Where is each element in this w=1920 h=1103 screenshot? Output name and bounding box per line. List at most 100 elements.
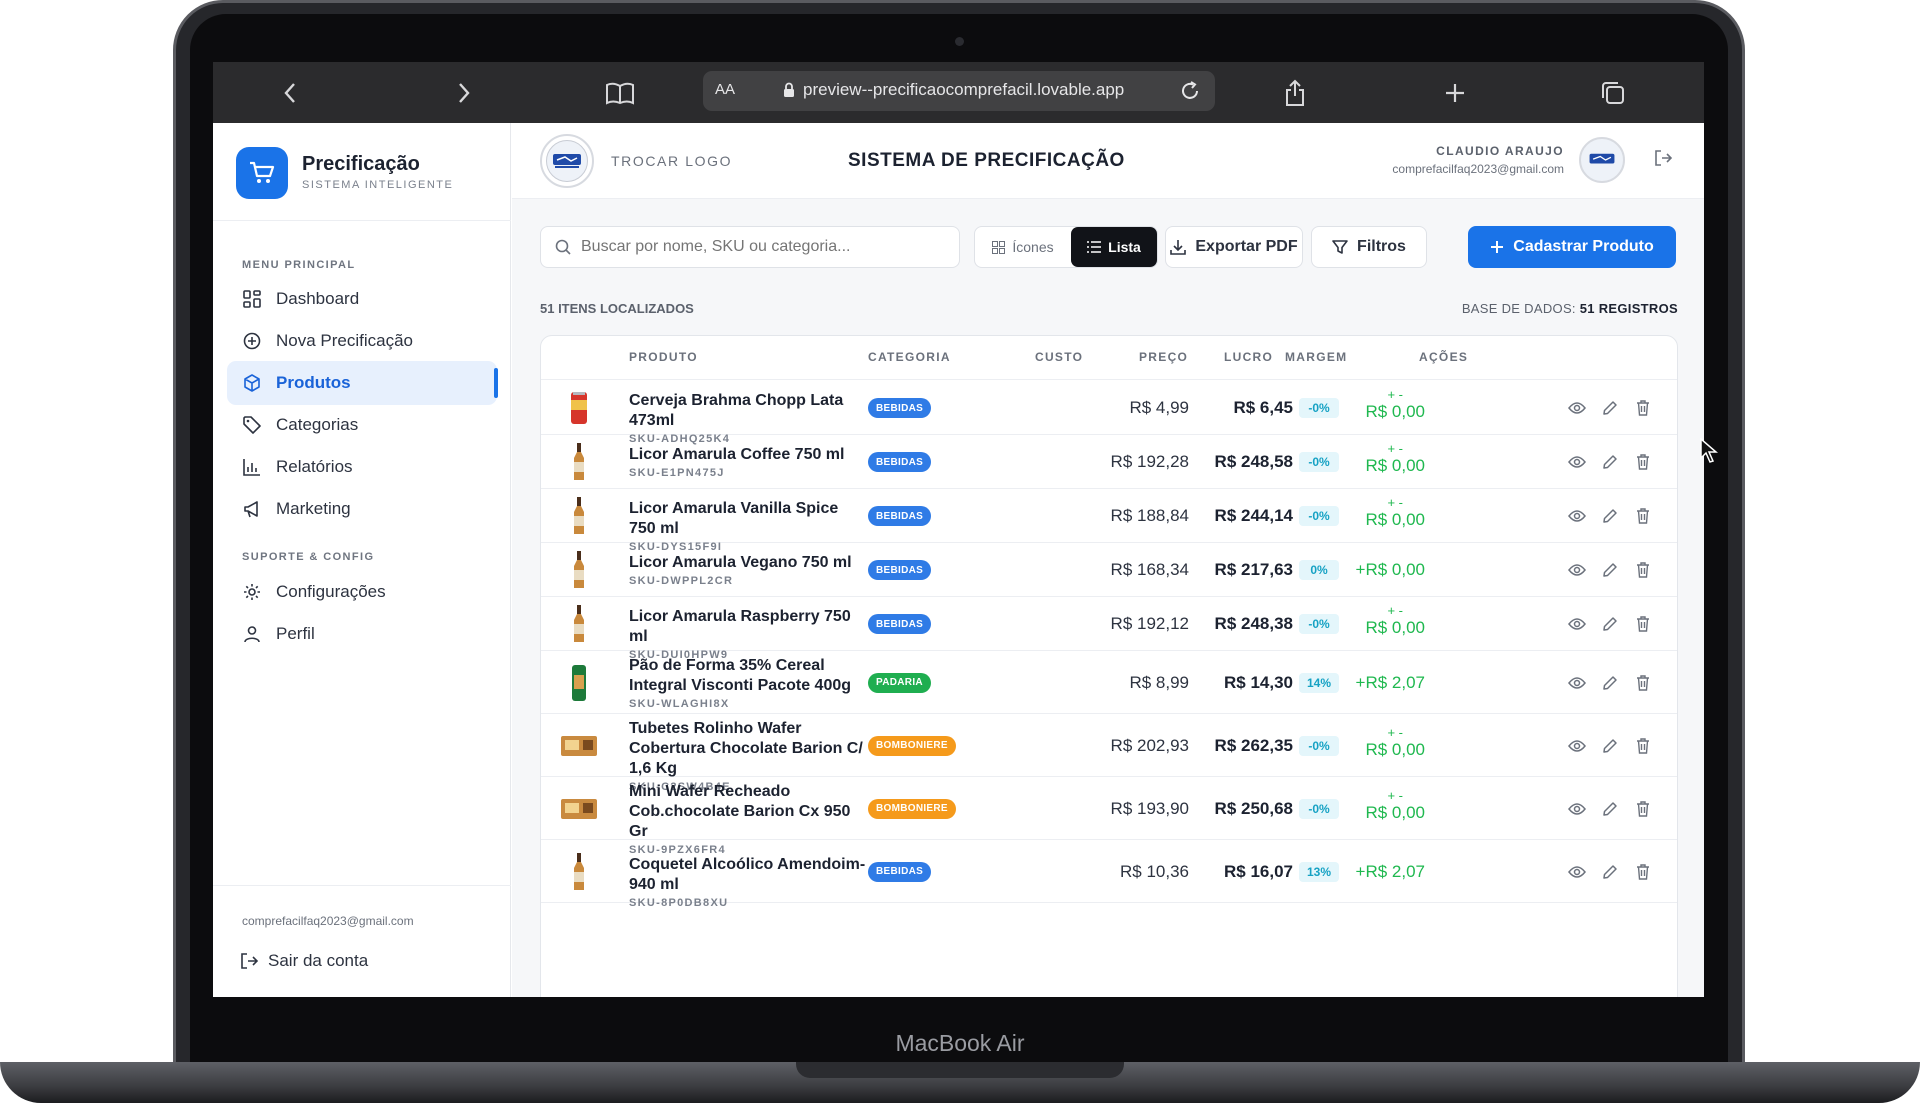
sidebar-item-relatorios[interactable]: Relatórios xyxy=(227,445,497,489)
sidebar-item-configuracoes[interactable]: Configurações xyxy=(227,570,497,614)
sidebar-item-nova-precificacao[interactable]: Nova Precificação xyxy=(227,319,497,363)
view-icon[interactable] xyxy=(1567,862,1587,882)
reload-icon[interactable] xyxy=(1179,80,1201,107)
edit-icon[interactable] xyxy=(1600,862,1620,882)
table-row[interactable]: Licor Amarula Raspberry 750 ml SKU-DUI0HP… xyxy=(541,597,1677,661)
sidebar-item-label: Dashboard xyxy=(276,289,360,308)
table-row[interactable]: Tubetes Rolinho Wafer Cobertura Chocolat… xyxy=(541,714,1677,793)
row-actions xyxy=(1567,799,1653,819)
search-field[interactable] xyxy=(540,226,960,268)
forward-icon[interactable] xyxy=(449,78,479,108)
bookmarks-icon[interactable] xyxy=(605,78,635,108)
edit-icon[interactable] xyxy=(1600,560,1620,580)
delete-icon[interactable] xyxy=(1633,452,1653,472)
profit-amount: R$ 0,00 xyxy=(1365,510,1425,529)
view-icon[interactable] xyxy=(1567,398,1587,418)
profit-value: + - R$ 0,00 xyxy=(1365,388,1425,422)
margin-badge: 0% xyxy=(1299,560,1339,580)
view-icon[interactable] xyxy=(1567,452,1587,472)
header-margem: MARGEM xyxy=(1285,350,1348,364)
edit-icon[interactable] xyxy=(1600,452,1620,472)
edit-icon[interactable] xyxy=(1600,673,1620,693)
logout-label: Sair da conta xyxy=(268,951,369,970)
table-row[interactable]: Cerveja Brahma Chopp Lata 473ml SKU-ADHQ2… xyxy=(541,381,1677,445)
delete-icon[interactable] xyxy=(1633,398,1653,418)
sidebar-item-dashboard[interactable]: Dashboard xyxy=(227,277,497,321)
profit-sign: + - xyxy=(1387,495,1403,510)
sidebar-item-categorias[interactable]: Categorias xyxy=(227,403,497,447)
delete-icon[interactable] xyxy=(1633,799,1653,819)
bar-chart-icon xyxy=(242,457,262,477)
avatar[interactable] xyxy=(1579,137,1625,183)
sidebar-item-perfil[interactable]: Perfil xyxy=(227,612,497,656)
header: TROCAR LOGO SISTEMA DE PRECIFICAÇÃO CLAU… xyxy=(512,123,1704,199)
sidebar-item-label: Nova Precificação xyxy=(276,331,414,350)
view-icon[interactable] xyxy=(1567,673,1587,693)
filter-icon xyxy=(1332,239,1348,255)
cost-value: R$ 192,12 xyxy=(1110,614,1189,633)
margin-badge: -0% xyxy=(1299,614,1339,634)
table-row[interactable]: Pão de Forma 35% Cereal Integral Viscont… xyxy=(541,651,1677,714)
product-name[interactable]: Pão de Forma 35% Cereal Integral Viscont… xyxy=(629,656,869,711)
delete-icon[interactable] xyxy=(1633,560,1653,580)
search-input[interactable] xyxy=(581,238,951,256)
change-logo-link[interactable]: TROCAR LOGO xyxy=(611,153,732,169)
view-icon[interactable] xyxy=(1567,736,1587,756)
company-logo[interactable] xyxy=(540,134,594,188)
export-pdf-button[interactable]: Exportar PDF xyxy=(1165,226,1303,268)
logout-button[interactable]: Sair da conta xyxy=(240,951,368,971)
text-size-button[interactable]: AA xyxy=(715,81,735,98)
view-icon[interactable] xyxy=(1567,560,1587,580)
view-icon[interactable] xyxy=(1567,506,1587,526)
table-row[interactable]: Licor Amarula Vanilla Spice 750 ml SKU-DY… xyxy=(541,489,1677,553)
products-table: PRODUTO CATEGORIA CUSTO PREÇO LUCRO MARG… xyxy=(540,335,1678,997)
sidebar-item-marketing[interactable]: Marketing xyxy=(227,487,497,531)
user-name: CLAUDIO ARAUJO xyxy=(1436,144,1564,158)
edit-icon[interactable] xyxy=(1600,398,1620,418)
box-product-icon xyxy=(557,787,601,831)
screen: AA preview--precificaocomprefacil.lovabl… xyxy=(213,62,1704,997)
row-actions xyxy=(1567,506,1653,526)
delete-icon[interactable] xyxy=(1633,673,1653,693)
back-icon[interactable] xyxy=(275,78,305,108)
tabs-overview-icon[interactable] xyxy=(1598,78,1628,108)
edit-icon[interactable] xyxy=(1600,736,1620,756)
product-name[interactable]: Coquetel Alcoólico Amendoim-940 ml SKU-8P… xyxy=(629,855,869,910)
address-bar[interactable]: AA preview--precificaocomprefacil.lovabl… xyxy=(703,71,1215,111)
user-icon xyxy=(242,624,262,644)
filters-button[interactable]: Filtros xyxy=(1311,226,1427,268)
view-icon[interactable] xyxy=(1567,799,1587,819)
table-row[interactable]: Licor Amarula Coffee 750 ml SKU-E1PN475J B… xyxy=(541,435,1677,489)
new-tab-icon[interactable] xyxy=(1440,78,1470,108)
delete-icon[interactable] xyxy=(1633,736,1653,756)
logout-icon[interactable] xyxy=(1654,149,1673,172)
profit-value: +R$ 0,00 xyxy=(1356,560,1425,580)
cost-value: R$ 193,90 xyxy=(1110,798,1189,818)
header-custo: CUSTO xyxy=(1035,350,1084,364)
brand[interactable]: Precificação SISTEMA INTELIGENTE xyxy=(236,145,506,205)
table-row[interactable]: Licor Amarula Vegano 750 ml SKU-DWPPL2CR B… xyxy=(541,543,1677,597)
view-list-button[interactable]: Lista xyxy=(1071,227,1157,267)
header-produto: PRODUTO xyxy=(629,350,698,364)
product-name[interactable]: Licor Amarula Vegano 750 ml SKU-DWPPL2CR xyxy=(629,553,869,588)
table-row[interactable]: Mini Wafer Recheado Cob.chocolate Barion… xyxy=(541,777,1677,856)
product-name[interactable]: Licor Amarula Coffee 750 ml SKU-E1PN475J xyxy=(629,445,869,480)
view-icon[interactable] xyxy=(1567,614,1587,634)
grid-icon xyxy=(992,240,1006,254)
table-row[interactable]: Coquetel Alcoólico Amendoim-940 ml SKU-8P… xyxy=(541,840,1677,909)
edit-icon[interactable] xyxy=(1600,799,1620,819)
category-badge: BOMBONIERE xyxy=(868,798,956,819)
edit-icon[interactable] xyxy=(1600,506,1620,526)
delete-icon[interactable] xyxy=(1633,614,1653,634)
category-badge: BEBIDAS xyxy=(868,452,932,472)
sidebar-item-produtos[interactable]: Produtos xyxy=(227,361,498,405)
add-product-button[interactable]: Cadastrar Produto xyxy=(1468,226,1676,268)
can-icon xyxy=(557,386,601,430)
delete-icon[interactable] xyxy=(1633,506,1653,526)
delete-icon[interactable] xyxy=(1633,862,1653,882)
view-icons-button[interactable]: Ícones xyxy=(975,227,1071,267)
plus-icon xyxy=(1490,240,1504,254)
share-icon[interactable] xyxy=(1280,78,1310,108)
price-value: R$ 6,45 xyxy=(1233,398,1293,417)
edit-icon[interactable] xyxy=(1600,614,1620,634)
